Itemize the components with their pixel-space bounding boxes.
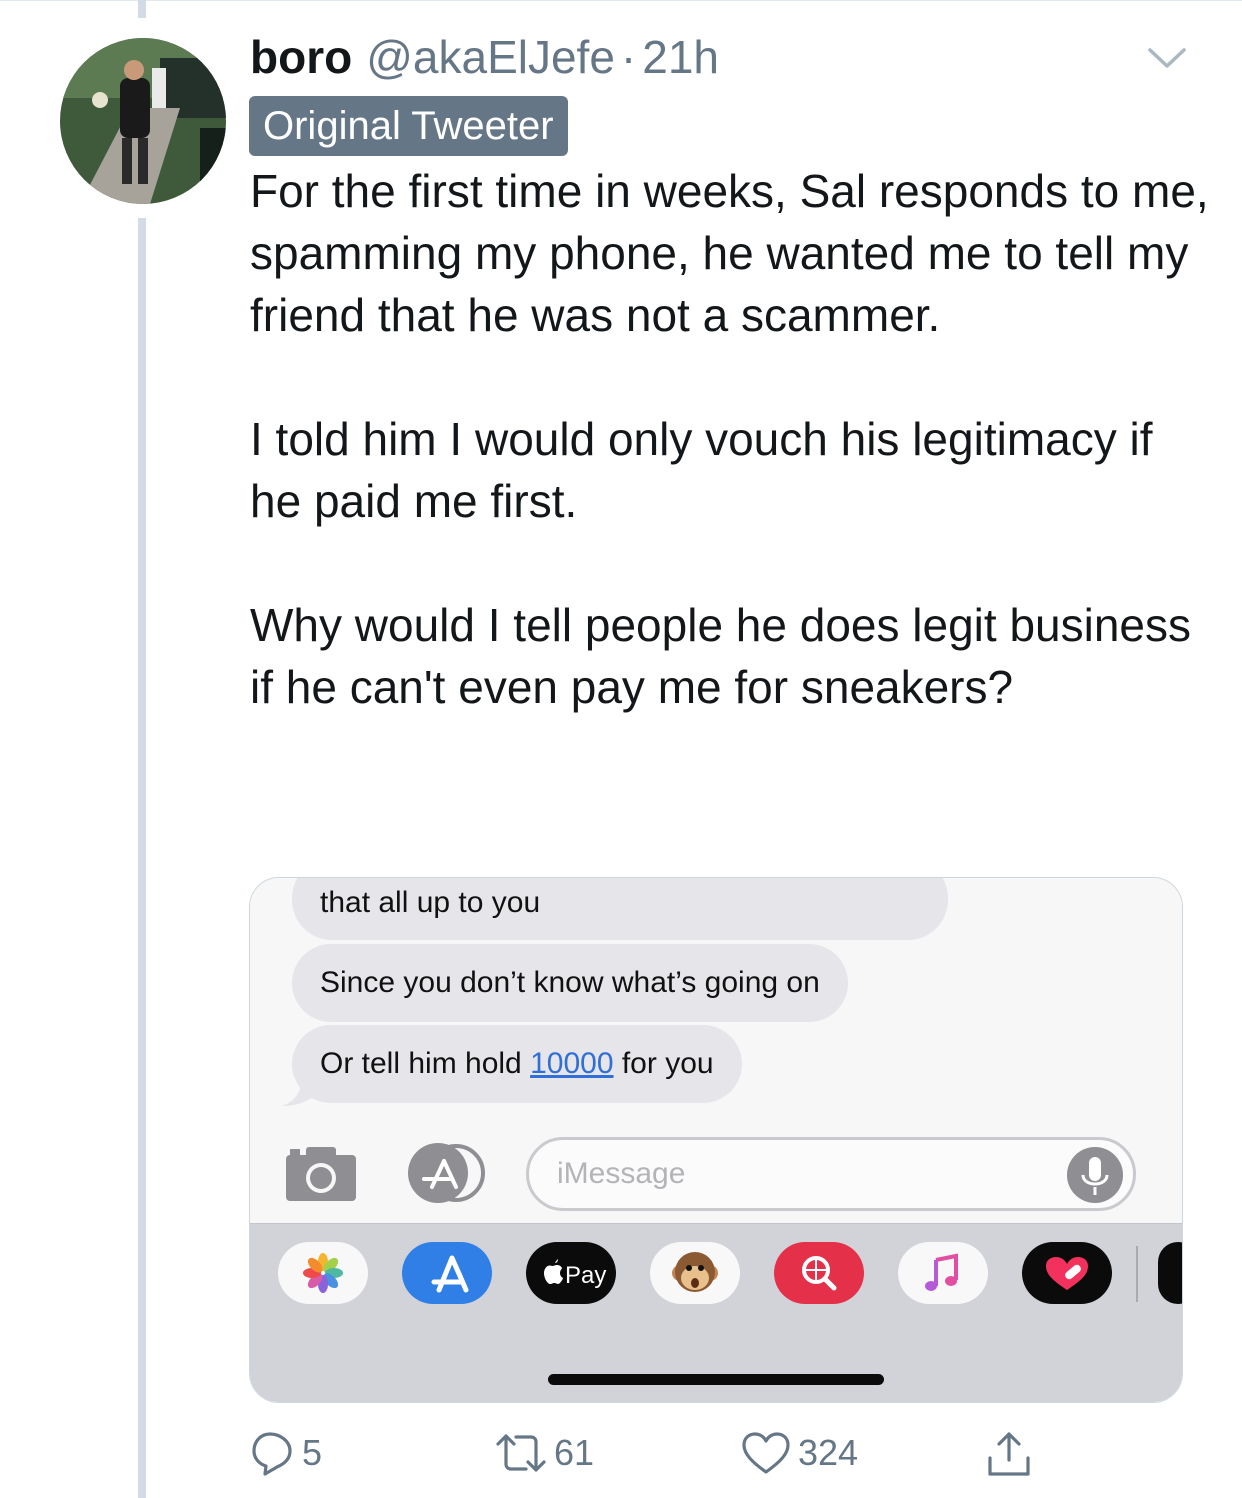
separator-dot: · [620, 31, 637, 83]
reply-button[interactable]: 5 [250, 1430, 322, 1476]
apple-pay-icon: Pay [526, 1242, 616, 1304]
message-text-prefix: Or tell him hold [320, 1047, 531, 1080]
tweet-paragraph: Why would I tell people he does legit bu… [250, 599, 1192, 713]
digital-touch-icon [1022, 1242, 1112, 1304]
retweet-icon [496, 1434, 546, 1472]
avatar[interactable] [60, 38, 226, 204]
message-text-suffix: for you [613, 1047, 714, 1080]
share-icon [988, 1432, 1030, 1476]
message-thread: that all up to you Since you don’t know … [250, 878, 1182, 1223]
more-apps-icon [1158, 1242, 1182, 1304]
chevron-down-icon[interactable] [1146, 44, 1188, 74]
retweet-button[interactable]: 61 [494, 1430, 594, 1476]
home-indicator [548, 1374, 884, 1385]
display-name[interactable]: boro [250, 30, 352, 84]
like-button[interactable]: 324 [740, 1430, 858, 1476]
music-icon [898, 1242, 988, 1304]
tweet-header: boro @akaElJefe · 21h [250, 30, 719, 90]
thread-line-top [138, 0, 146, 18]
reply-icon [252, 1432, 292, 1476]
attached-screenshot[interactable]: that all up to you Since you don’t know … [249, 877, 1183, 1403]
message-bubble: Or tell him hold 10000 for you [292, 1025, 742, 1103]
user-handle[interactable]: @akaElJefe [366, 30, 615, 84]
app-drawer: Pay [250, 1223, 1182, 1402]
message-text: Since you don’t know what’s going on [320, 966, 820, 999]
share-button[interactable] [986, 1430, 1038, 1480]
animoji-icon [650, 1242, 740, 1304]
original-tweeter-badge: Original Tweeter [249, 96, 568, 156]
tray-divider [1136, 1246, 1138, 1302]
number-link: 10000 [530, 1047, 614, 1080]
bubble-tail [282, 1078, 316, 1106]
top-divider [0, 0, 1242, 1]
heart-icon [742, 1432, 790, 1474]
tweet-actions: 5 61 324 [250, 1430, 1050, 1490]
app-store-icon [402, 1242, 492, 1304]
imessage-placeholder: iMessage [557, 1157, 686, 1190]
message-bubble: Since you don’t know what’s going on [292, 944, 848, 1022]
message-bubble: that all up to you [292, 878, 948, 940]
camera-icon [286, 1147, 356, 1201]
timestamp[interactable]: 21h [642, 30, 719, 84]
avatar-photo [60, 38, 226, 204]
retweet-count: 61 [554, 1432, 595, 1473]
tweet-paragraph: I told him I would only vouch his legiti… [250, 413, 1153, 527]
like-count: 324 [798, 1432, 859, 1473]
message-text: that all up to you [320, 886, 541, 919]
imessage-input: iMessage [526, 1137, 1136, 1211]
apple-pay-label: Pay [565, 1262, 606, 1289]
thread-line [138, 218, 146, 1498]
reply-count: 5 [302, 1432, 323, 1473]
tweet-body: For the first time in weeks, Sal respond… [250, 160, 1210, 718]
tweet-paragraph: For the first time in weeks, Sal respond… [250, 165, 1209, 341]
app-store-icon [408, 1143, 485, 1203]
compose-row: iMessage [250, 1123, 1182, 1223]
photos-icon [278, 1242, 368, 1304]
web-search-icon [774, 1242, 864, 1304]
microphone-icon [1067, 1147, 1123, 1203]
